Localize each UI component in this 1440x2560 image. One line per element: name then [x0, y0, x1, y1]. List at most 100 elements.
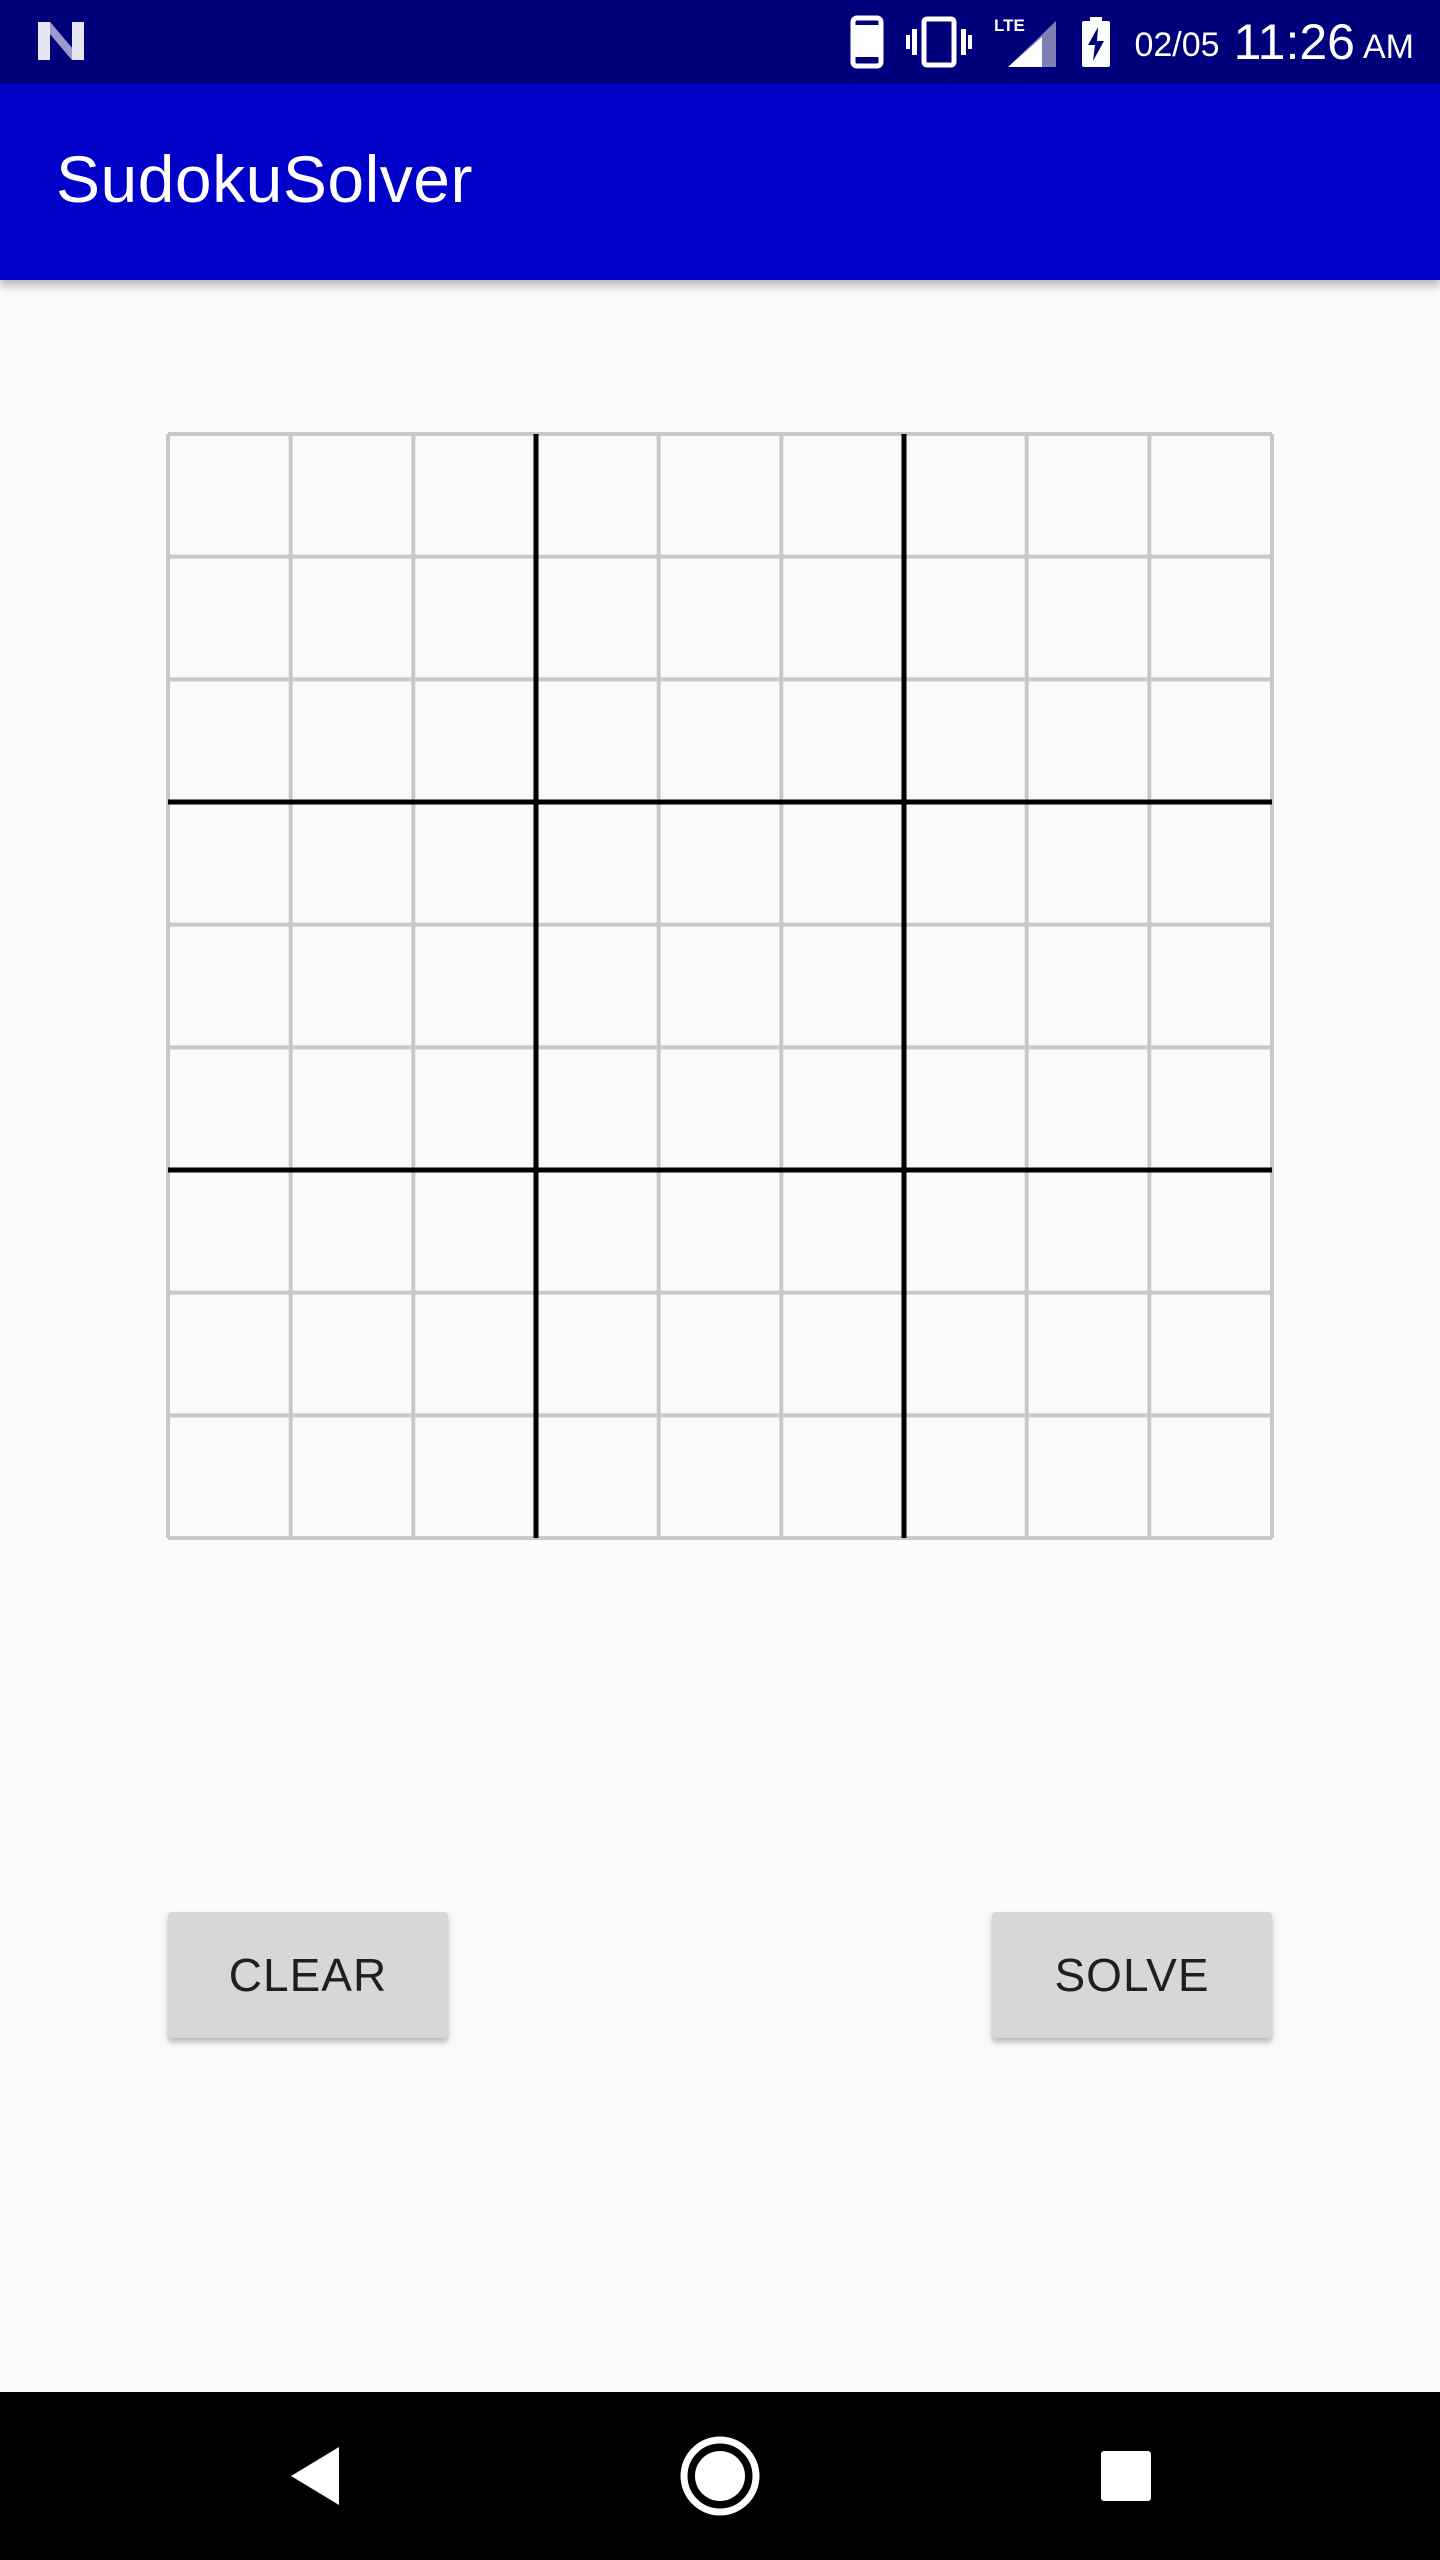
status-time: 11:26: [1233, 14, 1355, 70]
grid-cell-r1-c6[interactable]: [781, 434, 904, 557]
grid-cell-r4-c4[interactable]: [536, 802, 659, 925]
sudoku-grid[interactable]: [166, 432, 1274, 1540]
phone-icon: [850, 15, 884, 69]
grid-cell-r8-c7[interactable]: [904, 1293, 1027, 1416]
grid-cell-r2-c5[interactable]: [659, 557, 782, 680]
grid-cell-r4-c6[interactable]: [781, 802, 904, 925]
back-icon: [291, 2447, 339, 2505]
grid-cell-r5-c8[interactable]: [1027, 925, 1150, 1048]
grid-cell-r9-c2[interactable]: [291, 1415, 414, 1538]
grid-cell-r4-c9[interactable]: [1149, 802, 1272, 925]
grid-cell-r1-c4[interactable]: [536, 434, 659, 557]
grid-cell-r8-c3[interactable]: [413, 1293, 536, 1416]
grid-cell-r4-c5[interactable]: [659, 802, 782, 925]
grid-cell-r2-c1[interactable]: [168, 557, 291, 680]
grid-cell-r7-c8[interactable]: [1027, 1170, 1150, 1293]
home-button[interactable]: [670, 2426, 770, 2526]
grid-cell-r1-c3[interactable]: [413, 434, 536, 557]
grid-cell-r3-c1[interactable]: [168, 679, 291, 802]
grid-cell-r3-c4[interactable]: [536, 679, 659, 802]
grid-cell-r5-c6[interactable]: [781, 925, 904, 1048]
grid-cell-r2-c8[interactable]: [1027, 557, 1150, 680]
grid-cell-r4-c2[interactable]: [291, 802, 414, 925]
grid-cell-r5-c9[interactable]: [1149, 925, 1272, 1048]
grid-cell-r6-c8[interactable]: [1027, 1047, 1150, 1170]
battery-charging-icon: [1082, 17, 1111, 67]
grid-cell-r7-c7[interactable]: [904, 1170, 1027, 1293]
back-button[interactable]: [266, 2426, 366, 2526]
grid-cell-r9-c4[interactable]: [536, 1415, 659, 1538]
grid-cell-r4-c1[interactable]: [168, 802, 291, 925]
lte-signal-icon: LTE: [994, 16, 1057, 67]
grid-cell-r1-c1[interactable]: [168, 434, 291, 557]
grid-cell-r6-c5[interactable]: [659, 1047, 782, 1170]
grid-cell-r7-c9[interactable]: [1149, 1170, 1272, 1293]
grid-cell-r6-c3[interactable]: [413, 1047, 536, 1170]
grid-cell-r9-c5[interactable]: [659, 1415, 782, 1538]
grid-cell-r7-c1[interactable]: [168, 1170, 291, 1293]
navigation-bar: [0, 2392, 1440, 2560]
grid-cell-r9-c9[interactable]: [1149, 1415, 1272, 1538]
grid-cell-r3-c7[interactable]: [904, 679, 1027, 802]
grid-cell-r6-c9[interactable]: [1149, 1047, 1272, 1170]
grid-cell-r3-c8[interactable]: [1027, 679, 1150, 802]
grid-cell-r5-c2[interactable]: [291, 925, 414, 1048]
app-title: SudokuSolver: [56, 142, 473, 216]
grid-cell-r5-c5[interactable]: [659, 925, 782, 1048]
grid-cell-r6-c1[interactable]: [168, 1047, 291, 1170]
grid-cell-r5-c3[interactable]: [413, 925, 536, 1048]
grid-cell-r1-c2[interactable]: [291, 434, 414, 557]
grid-cell-r8-c9[interactable]: [1149, 1293, 1272, 1416]
notification-n-icon: [38, 22, 84, 60]
grid-cell-r8-c2[interactable]: [291, 1293, 414, 1416]
grid-cell-r9-c7[interactable]: [904, 1415, 1027, 1538]
grid-cell-r3-c6[interactable]: [781, 679, 904, 802]
grid-cell-r9-c6[interactable]: [781, 1415, 904, 1538]
grid-cell-r7-c4[interactable]: [536, 1170, 659, 1293]
solve-button[interactable]: SOLVE: [992, 1912, 1272, 2038]
grid-cell-r4-c3[interactable]: [413, 802, 536, 925]
status-bar: LTE 02/05 11:26 AM: [0, 0, 1440, 84]
grid-cell-r3-c9[interactable]: [1149, 679, 1272, 802]
grid-cell-r5-c4[interactable]: [536, 925, 659, 1048]
grid-cell-r6-c2[interactable]: [291, 1047, 414, 1170]
recents-button[interactable]: [1076, 2426, 1176, 2526]
grid-cell-r2-c6[interactable]: [781, 557, 904, 680]
status-icons: LTE 02/05 11:26 AM: [850, 0, 1414, 84]
grid-cell-r7-c3[interactable]: [413, 1170, 536, 1293]
grid-cell-r8-c4[interactable]: [536, 1293, 659, 1416]
grid-cell-r7-c2[interactable]: [291, 1170, 414, 1293]
grid-cell-r2-c9[interactable]: [1149, 557, 1272, 680]
grid-cell-r7-c5[interactable]: [659, 1170, 782, 1293]
grid-cell-r2-c2[interactable]: [291, 557, 414, 680]
grid-cell-r4-c8[interactable]: [1027, 802, 1150, 925]
grid-cell-r2-c7[interactable]: [904, 557, 1027, 680]
recents-icon: [1101, 2451, 1151, 2501]
lte-label: LTE: [994, 16, 1025, 35]
grid-cell-r9-c3[interactable]: [413, 1415, 536, 1538]
clear-button[interactable]: CLEAR: [168, 1912, 448, 2038]
grid-cell-r8-c5[interactable]: [659, 1293, 782, 1416]
grid-cell-r1-c5[interactable]: [659, 434, 782, 557]
grid-cell-r1-c9[interactable]: [1149, 434, 1272, 557]
grid-cell-r2-c3[interactable]: [413, 557, 536, 680]
grid-cell-r1-c8[interactable]: [1027, 434, 1150, 557]
grid-cell-r5-c7[interactable]: [904, 925, 1027, 1048]
grid-cell-r2-c4[interactable]: [536, 557, 659, 680]
grid-cell-r3-c3[interactable]: [413, 679, 536, 802]
grid-cell-r3-c5[interactable]: [659, 679, 782, 802]
grid-cell-r3-c2[interactable]: [291, 679, 414, 802]
grid-cell-r4-c7[interactable]: [904, 802, 1027, 925]
grid-cell-r8-c6[interactable]: [781, 1293, 904, 1416]
grid-cell-r5-c1[interactable]: [168, 925, 291, 1048]
home-icon: [680, 2436, 760, 2516]
grid-cell-r1-c7[interactable]: [904, 434, 1027, 557]
grid-cell-r8-c8[interactable]: [1027, 1293, 1150, 1416]
grid-cell-r6-c4[interactable]: [536, 1047, 659, 1170]
grid-cell-r8-c1[interactable]: [168, 1293, 291, 1416]
grid-cell-r9-c1[interactable]: [168, 1415, 291, 1538]
grid-cell-r6-c6[interactable]: [781, 1047, 904, 1170]
grid-cell-r6-c7[interactable]: [904, 1047, 1027, 1170]
grid-cell-r9-c8[interactable]: [1027, 1415, 1150, 1538]
grid-cell-r7-c6[interactable]: [781, 1170, 904, 1293]
